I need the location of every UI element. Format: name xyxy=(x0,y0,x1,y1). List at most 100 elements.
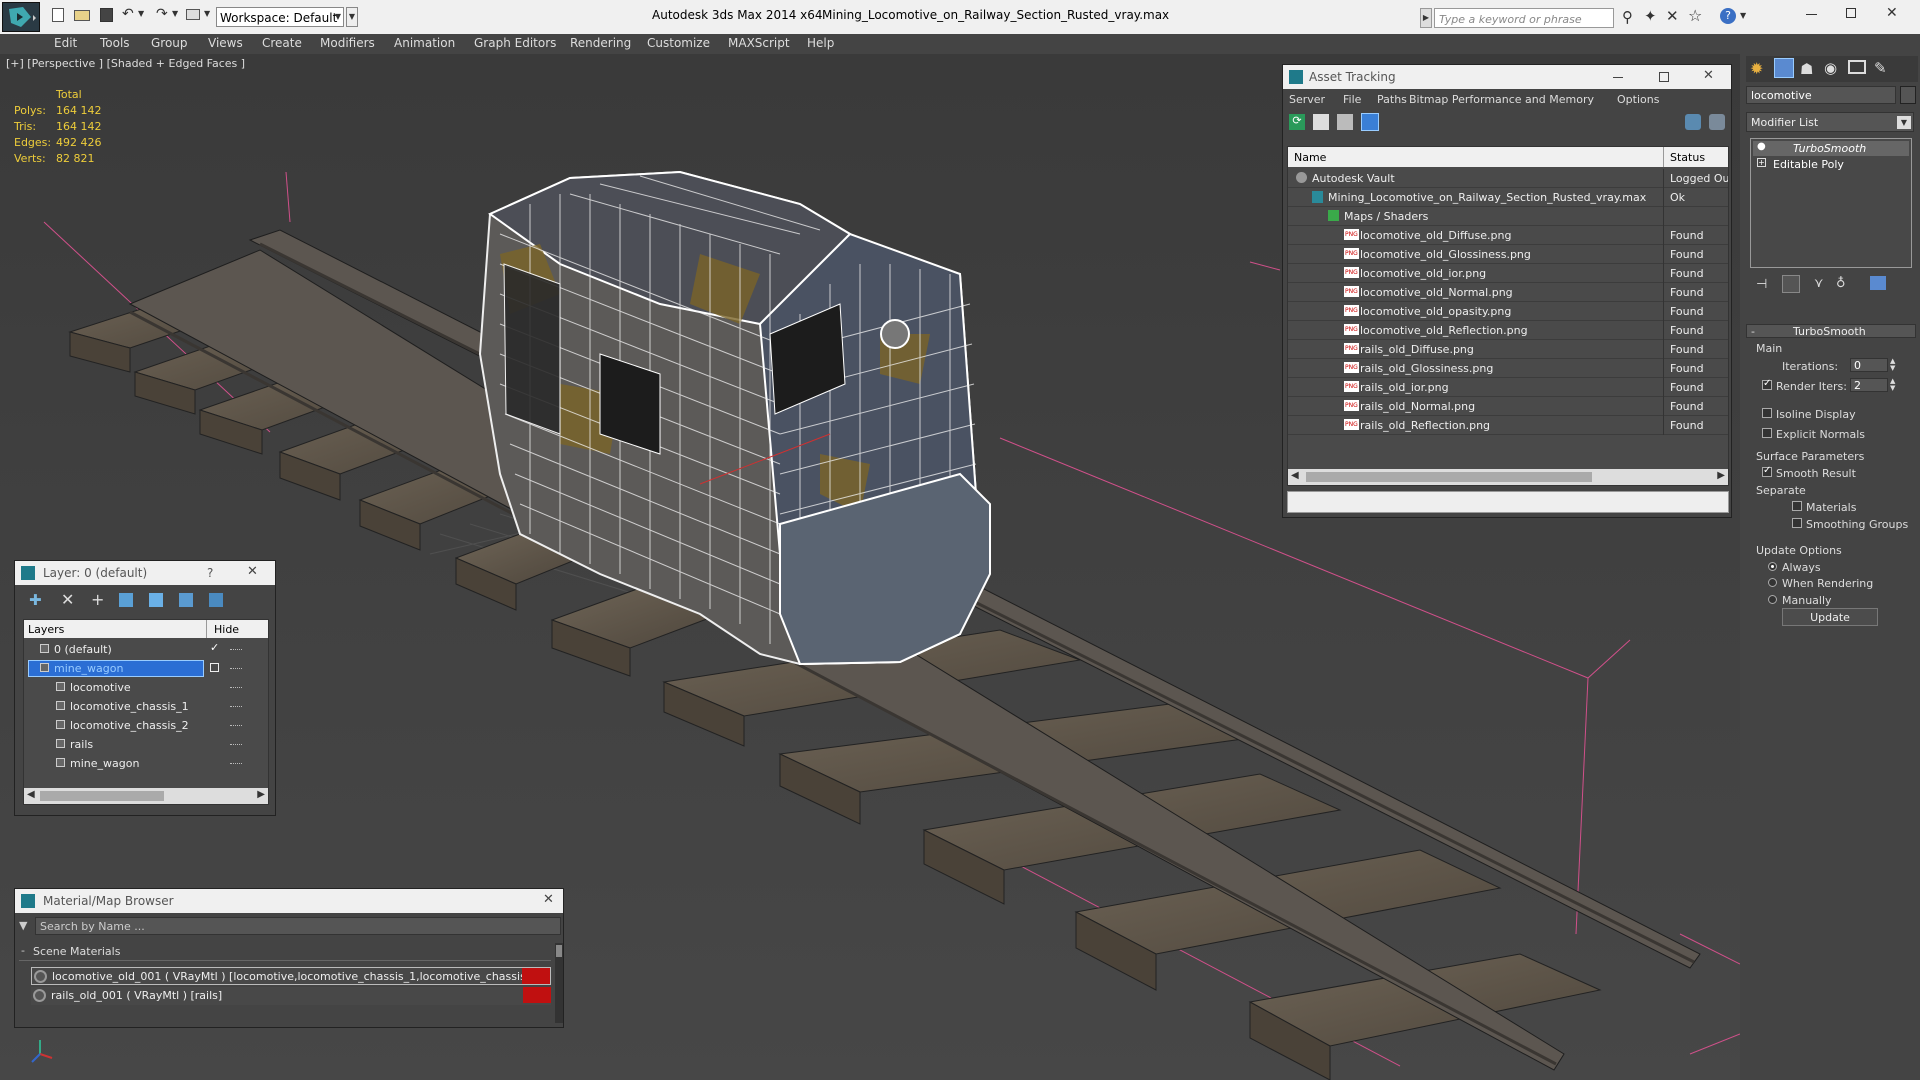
binoculars-icon[interactable]: ⚲ xyxy=(1622,8,1633,26)
menu-create[interactable]: Create xyxy=(262,36,302,50)
redo-dropdown-icon[interactable]: ▼ xyxy=(172,9,178,18)
maximize-window-icon[interactable] xyxy=(1846,8,1856,18)
highlight-layer-icon[interactable] xyxy=(149,593,163,607)
light-bulb-icon[interactable]: ● xyxy=(1757,141,1766,152)
hide-toggle[interactable] xyxy=(230,725,242,726)
minimize-icon[interactable] xyxy=(1613,77,1623,78)
asset-menu-paths[interactable]: Paths xyxy=(1377,93,1407,106)
asset-row[interactable]: PNG locomotive_old_ior.png Found xyxy=(1288,264,1728,283)
asset-menu-bitmap-performance[interactable]: Bitmap Performance and Memory xyxy=(1409,93,1594,106)
scroll-right-icon[interactable]: ▶ xyxy=(1717,470,1725,481)
display-tab-icon[interactable] xyxy=(1848,60,1866,74)
refresh-icon[interactable]: ⟳ xyxy=(1289,114,1305,130)
layer-window-titlebar[interactable]: Layer: 0 (default) ? ✕ xyxy=(15,561,275,585)
menu-edit[interactable]: Edit xyxy=(54,36,77,50)
hierarchy-tab-icon[interactable]: ☗ xyxy=(1800,60,1813,78)
layer-row[interactable]: locomotive_chassis_1 xyxy=(24,697,268,716)
favorites-star-icon[interactable]: ☆ xyxy=(1688,6,1702,25)
vault-settings-icon[interactable] xyxy=(1709,114,1725,130)
current-layer-check-icon[interactable]: ✓ xyxy=(210,641,219,654)
layer-row[interactable]: rails xyxy=(24,735,268,754)
asset-menu-file[interactable]: File xyxy=(1343,93,1361,106)
hide-toggle[interactable] xyxy=(230,687,242,688)
menu-graph-editors[interactable]: Graph Editors xyxy=(474,36,556,50)
menu-animation[interactable]: Animation xyxy=(394,36,455,50)
asset-row[interactable]: PNG rails_old_Normal.png Found xyxy=(1288,397,1728,416)
hide-toggle[interactable] xyxy=(230,744,242,745)
browser-options-icon[interactable]: ▼ xyxy=(19,919,27,932)
close-icon[interactable]: ✕ xyxy=(543,892,554,907)
asset-row[interactable]: PNG locomotive_old_Glossiness.png Found xyxy=(1288,245,1728,264)
layer-row[interactable]: locomotive_chassis_2 xyxy=(24,716,268,735)
workspace-menu-button[interactable]: ▼ xyxy=(346,7,358,27)
pin-stack-icon[interactable]: ⊣ xyxy=(1756,277,1767,292)
update-when-rendering-radio[interactable] xyxy=(1768,578,1777,587)
vault-help-icon[interactable] xyxy=(1685,114,1701,130)
scroll-left-icon[interactable]: ◀ xyxy=(1291,470,1299,481)
scroll-left-icon[interactable]: ◀ xyxy=(27,789,35,800)
layer-help-icon[interactable]: ? xyxy=(207,566,213,580)
render-iters-spinner[interactable]: 2 xyxy=(1850,378,1888,392)
asset-row[interactable]: PNG locomotive_old_opasity.png Found xyxy=(1288,302,1728,321)
scroll-thumb[interactable] xyxy=(1306,472,1592,482)
menu-customize[interactable]: Customize xyxy=(647,36,710,50)
spinner-arrows-icon[interactable]: ▲ ▼ xyxy=(1890,378,1895,392)
asset-horizontal-scrollbar[interactable]: ◀ ▶ xyxy=(1288,469,1728,485)
scene-materials-group[interactable]: - Scene Materials xyxy=(19,943,551,961)
asset-row[interactable]: Autodesk Vault Logged Ou xyxy=(1288,169,1728,188)
asset-menu-options[interactable]: Options xyxy=(1617,93,1659,106)
help-icon[interactable]: ? xyxy=(1720,8,1736,24)
modify-tab-icon[interactable] xyxy=(1774,58,1794,78)
expand-icon[interactable]: + xyxy=(1757,158,1766,167)
maximize-icon[interactable] xyxy=(1659,72,1669,82)
create-layer-icon[interactable]: ✚ xyxy=(29,591,42,609)
object-color-swatch[interactable] xyxy=(1900,86,1916,104)
help-dropdown-icon[interactable]: ▼ xyxy=(1740,11,1746,20)
asset-row[interactable]: PNG rails_old_ior.png Found xyxy=(1288,378,1728,397)
table-view-icon[interactable] xyxy=(1361,113,1379,131)
update-always-radio[interactable] xyxy=(1768,562,1777,571)
new-file-icon[interactable] xyxy=(52,8,64,22)
asset-row[interactable]: Mining_Locomotive_on_Railway_Section_Rus… xyxy=(1288,188,1728,207)
material-search-input[interactable]: Search by Name ... xyxy=(35,917,561,935)
infocenter-expand-button[interactable]: ▶ xyxy=(1420,8,1432,28)
remove-modifier-icon[interactable]: ♁ xyxy=(1836,276,1846,291)
app-logo-icon[interactable] xyxy=(2,2,40,32)
material-vertical-scrollbar[interactable] xyxy=(555,943,563,1023)
render-iters-checkbox[interactable] xyxy=(1762,378,1772,390)
separate-materials-checkbox[interactable] xyxy=(1792,501,1802,511)
create-tab-icon[interactable]: ✹ xyxy=(1750,59,1763,78)
hide-toggle[interactable] xyxy=(230,706,242,707)
menu-help[interactable]: Help xyxy=(807,36,834,50)
spinner-arrows-icon[interactable]: ▲ ▼ xyxy=(1890,358,1895,372)
menu-group[interactable]: Group xyxy=(151,36,188,50)
keyword-search-input[interactable]: Type a keyword or phrase xyxy=(1434,8,1614,28)
menu-rendering[interactable]: Rendering xyxy=(570,36,631,50)
asset-row[interactable]: PNG rails_old_Glossiness.png Found xyxy=(1288,359,1728,378)
isoline-display-checkbox[interactable] xyxy=(1762,408,1772,418)
motion-tab-icon[interactable]: ◉ xyxy=(1824,59,1837,77)
make-current-checkbox[interactable] xyxy=(210,663,219,672)
update-manually-radio[interactable] xyxy=(1768,595,1777,604)
workspace-dropdown[interactable]: Workspace: Default ▼ xyxy=(216,7,344,27)
asset-row[interactable]: PNG locomotive_old_Normal.png Found xyxy=(1288,283,1728,302)
viewport-label-menu[interactable]: [+] [Perspective ] [Shaded + Edged Faces… xyxy=(6,57,245,70)
add-to-layer-icon[interactable]: + xyxy=(91,590,104,609)
menu-modifiers[interactable]: Modifiers xyxy=(320,36,375,50)
layer-row[interactable]: mine_wagon xyxy=(24,659,268,678)
qat-dropdown-icon[interactable]: ▼ xyxy=(204,9,210,18)
close-icon[interactable]: ✕ xyxy=(247,564,258,579)
asset-tracking-titlebar[interactable]: Asset Tracking ✕ xyxy=(1283,65,1731,89)
minimize-window-icon[interactable] xyxy=(1806,14,1817,15)
redo-icon[interactable]: ↷ xyxy=(156,6,168,22)
layer-row[interactable]: mine_wagon xyxy=(24,754,268,773)
column-header-name[interactable]: Name xyxy=(1294,151,1326,164)
column-divider[interactable] xyxy=(206,620,207,638)
stack-item-editable-poly[interactable]: + Editable Poly xyxy=(1753,157,1909,172)
undo-icon[interactable]: ↶ xyxy=(122,6,134,22)
stack-item-turbosmooth[interactable]: ● TurboSmooth xyxy=(1753,141,1909,156)
save-file-icon[interactable] xyxy=(100,8,113,22)
open-file-icon[interactable] xyxy=(74,10,90,21)
delete-layer-icon[interactable]: ✕ xyxy=(61,590,74,609)
make-unique-icon[interactable]: ⋎ xyxy=(1814,276,1824,291)
